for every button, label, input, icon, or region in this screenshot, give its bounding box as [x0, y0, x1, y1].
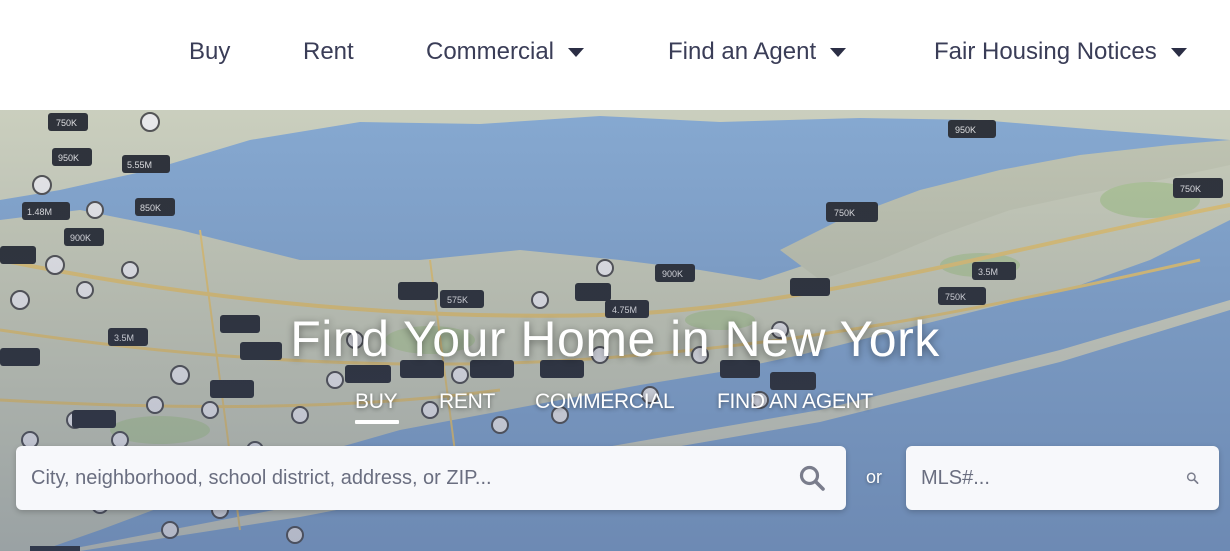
tab-buy[interactable]: BUY [355, 390, 398, 414]
nav-item-rent-label: Rent [303, 38, 354, 65]
nav-item-find-an-agent[interactable]: Find an Agent [668, 36, 847, 68]
caret-down-icon [1170, 47, 1187, 57]
nav-item-rent[interactable]: Rent [303, 36, 354, 68]
top-navigation: Buy Rent Commercial Find an Agent Fair H… [0, 0, 1230, 110]
tab-find-an-agent[interactable]: FIND AN AGENT [717, 390, 873, 414]
nav-item-fair-housing-label: Fair Housing Notices [934, 38, 1157, 65]
nav-item-fair-housing-notices[interactable]: Fair Housing Notices [934, 36, 1187, 68]
search-tabs: BUY RENT COMMERCIAL FIND AN AGENT [0, 390, 1230, 424]
caret-down-icon [830, 47, 847, 57]
hero-section: 750K950K5.55M 1.48M850K900K 750K900K4.75… [0, 110, 1230, 551]
search-icon[interactable] [1186, 464, 1199, 492]
caret-down-icon [568, 47, 585, 57]
active-tab-indicator [355, 420, 399, 424]
location-search-input[interactable] [16, 446, 798, 510]
location-search-box [16, 446, 846, 510]
nav-item-find-an-agent-label: Find an Agent [668, 38, 817, 65]
or-separator: or [866, 467, 883, 487]
mls-search-box [906, 446, 1219, 510]
search-icon[interactable] [798, 464, 826, 492]
tab-commercial[interactable]: COMMERCIAL [535, 390, 675, 414]
mls-search-input[interactable] [906, 446, 1186, 510]
tab-rent[interactable]: RENT [439, 390, 495, 414]
nav-item-commercial[interactable]: Commercial [426, 36, 585, 68]
nav-item-commercial-label: Commercial [426, 38, 555, 65]
nav-item-buy[interactable]: Buy [189, 36, 230, 68]
hero-title: Find Your Home in New York [290, 311, 940, 367]
nav-item-buy-label: Buy [189, 38, 231, 65]
